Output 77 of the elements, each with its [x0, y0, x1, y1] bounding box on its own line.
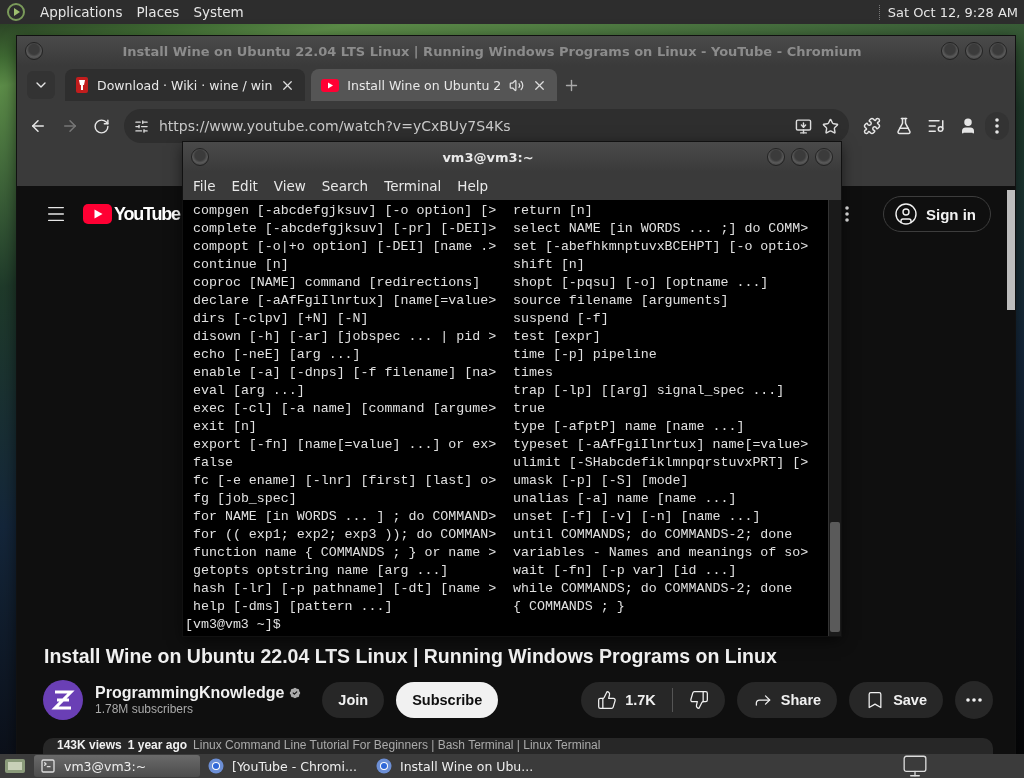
address-bar[interactable]: https://www.youtube.com/watch?v=yCxBUy7S4Ks [124, 109, 849, 143]
terminal-line: unset [-f] [-v] [-n] [name ...] [513, 508, 762, 526]
terminal-line: test [expr] [513, 328, 602, 346]
terminal-line: times [513, 364, 554, 382]
terminal-line: source filename [arguments] [513, 292, 730, 310]
shell-prompt: [vm3@vm3 ~]$ [185, 616, 282, 634]
channel-name[interactable]: ProgrammingKnowledge [95, 684, 285, 702]
menu-item[interactable]: Help [449, 178, 497, 194]
terminal-line: type [-afptP] name [name ...] [513, 418, 746, 436]
browser-tab[interactable]: Install Wine on Ubuntu 2 [311, 69, 558, 101]
terminal-line: compgen [-abcdefgjksuv] [-o option] [> [193, 202, 498, 220]
terminal-line: while COMMANDS; do COMMANDS-2; done [513, 580, 794, 598]
window-title: Install Wine on Ubuntu 22.04 LTS Linux | Running Windows Programs on Linux - YouTube - Chromium [121, 43, 863, 59]
terminal-line: wait [-fn] [-p var] [id ...] [513, 562, 738, 580]
menu-item[interactable]: View [265, 178, 314, 194]
menu-item[interactable]: Search [313, 178, 377, 194]
terminal-line: true [513, 400, 546, 418]
logo-text[interactable]: YouTube [114, 203, 180, 225]
terminal-line: for (( exp1; exp2; exp3 )); do COMMAN> [193, 526, 498, 544]
window-title: vm3@vm3:~ [441, 149, 535, 165]
terminal-line: { COMMANDS ; } [513, 598, 626, 616]
terminal-line: help [-dms] [pattern ...] [193, 598, 394, 616]
clock[interactable]: Sat Oct 12, 9:28 AM [878, 4, 1018, 20]
terminal-line: variables - Names and meanings of so> [513, 544, 810, 562]
video-title: Install Wine on Ubuntu 22.04 LTS Linux | Running Windows Programs on Linux [44, 645, 778, 668]
terminal-line: select NAME [in WORDS ... ;] do COMM> [513, 220, 810, 238]
terminal-line: fg [job_spec] [193, 490, 298, 508]
terminal-line: continue [n] [193, 256, 290, 274]
terminal-line: export [-fn] [name[=value] ...] or ex> [193, 436, 498, 454]
terminal-line: function name { COMMANDS ; } or name > [193, 544, 498, 562]
terminal-line: suspend [-f] [513, 310, 610, 328]
description-text: Linux Command Line Tutorial For Beginners | Bash Terminal | Linux Terminal [193, 738, 601, 752]
terminal-line: compopt [-o|+o option] [-DEI] [name .> [193, 238, 498, 256]
terminal-line: getopts optstring name [arg ...] [193, 562, 450, 580]
join-button[interactable]: Join [322, 682, 385, 718]
terminal-line: exec [-cl] [-a name] [command [argume> [193, 400, 498, 418]
terminal-line: exit [n] [193, 418, 258, 436]
menu-item[interactable]: File [185, 178, 224, 194]
terminal-line: echo [-neE] [arg ...] [193, 346, 362, 364]
menu-item[interactable]: Terminal [376, 178, 450, 194]
terminal-line: hash [-lr] [-p pathname] [-dt] [name > [193, 580, 498, 598]
terminal-line: trap [-lp] [[arg] signal_spec ...] [513, 382, 786, 400]
terminal-line: false [193, 454, 234, 472]
upload-age: 1 year ago [127, 738, 188, 752]
terminal-line: coproc [NAME] command [redirections] [193, 274, 482, 292]
terminal-line: shopt [-pqsu] [-o] [optname ...] [513, 274, 770, 292]
description-box[interactable]: 143K views 1 year ago Linux Command Line Tutorial For Beginners | Bash Terminal | Linux Terminal [43, 738, 993, 754]
panel-menu[interactable]: System [193, 4, 244, 20]
browser-tab[interactable]: Download · Wiki · wine / win [65, 69, 306, 101]
subscribe-button[interactable]: Subscribe [396, 682, 499, 718]
terminal-line: disown [-h] [-ar] [jobspec ... | pid > [193, 328, 498, 346]
terminal-line: for NAME [in WORDS ... ] ; do COMMAND> [193, 508, 498, 526]
terminal-line: dirs [-clpv] [+N] [-N] [193, 310, 370, 328]
terminal-line: typeset [-aAfFgiIlnrtux] name[=value> [513, 436, 810, 454]
terminal-line: ulimit [-SHabcdefiklmnpqrstuvxPRT] [> [513, 454, 810, 472]
subscriber-count: 1.78M subscribers [95, 702, 195, 716]
save-button[interactable]: Save [849, 682, 943, 718]
terminal-line: until COMMANDS; do COMMANDS-2; done [513, 526, 794, 544]
terminal-line: unalias [-a] name [name ...] [513, 490, 738, 508]
terminal-line: umask [-p] [-S] [mode] [513, 472, 690, 490]
taskbar-item[interactable]: vm3@vm3:~ [34, 755, 200, 777]
terminal-line: shift [n] [513, 256, 586, 274]
terminal-line: set [-abefhkmnptuvxBCEHPT] [-o optio> [513, 238, 810, 256]
view-count: 143K views [57, 738, 122, 752]
taskbar-item[interactable]: [YouTube - Chromi... [202, 755, 368, 777]
terminal-line: enable [-a] [-dnps] [-f filename] [na> [193, 364, 498, 382]
panel-menu[interactable]: Applications [40, 4, 123, 20]
menu-item[interactable]: Edit [223, 178, 266, 194]
panel-menu[interactable]: Places [136, 4, 180, 20]
terminal-line: return [n] [513, 202, 594, 220]
terminal-line: fc [-e ename] [-lnr] [first] [last] o> [193, 472, 498, 490]
terminal-line: eval [arg ...] [193, 382, 306, 400]
terminal-line: declare [-aAfFgiIlnrtux] [name[=value> [193, 292, 498, 310]
terminal-line: time [-p] pipeline [513, 346, 658, 364]
share-button[interactable]: Share [736, 682, 838, 718]
terminal-line: complete [-abcdefgjksuv] [-pr] [-DEI]> [193, 220, 498, 238]
taskbar-item[interactable]: Install Wine on Ubu... [370, 755, 540, 777]
